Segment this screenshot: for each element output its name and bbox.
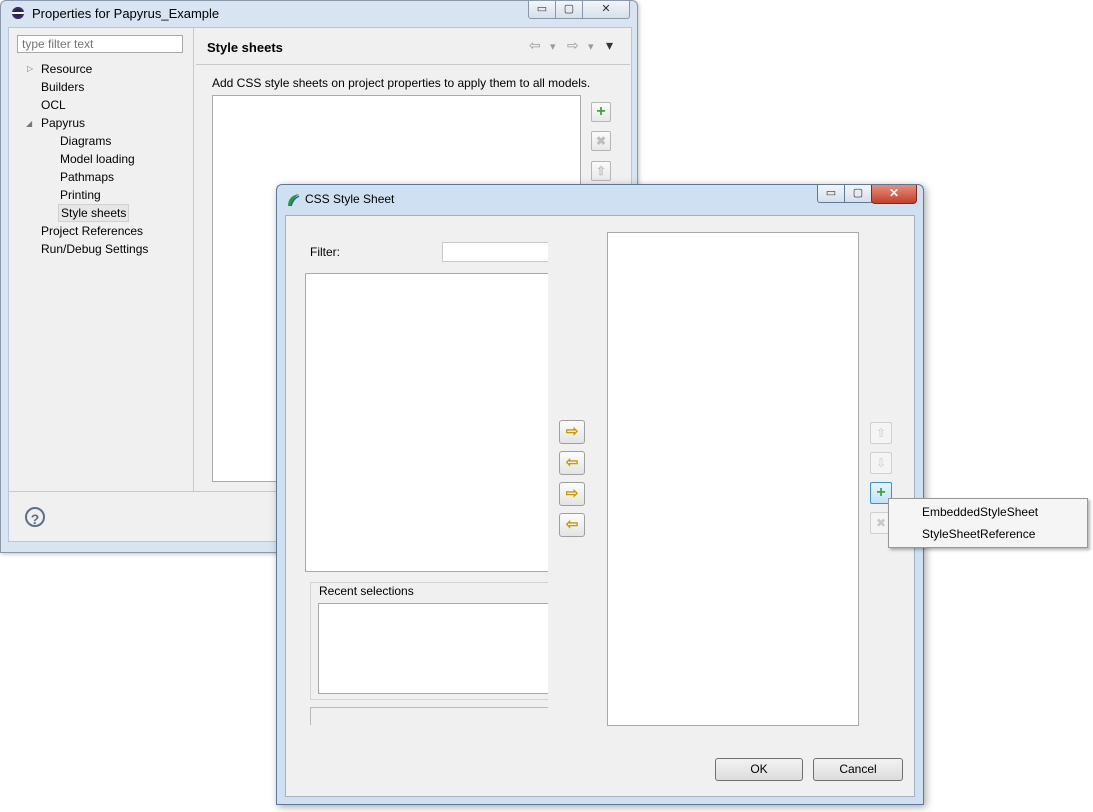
recent-selections-label: Recent selections xyxy=(318,584,415,598)
minimize-button[interactable]: ▭ xyxy=(528,1,556,19)
selected-sheets-list[interactable] xyxy=(607,232,859,726)
dialog-maximize-button[interactable]: ▢ xyxy=(844,185,872,203)
dialog-title: CSS Style Sheet xyxy=(305,192,395,206)
properties-titlebar[interactable]: Properties for Papyrus_Example ▭ ▢ ✕ xyxy=(1,1,637,25)
tree-item-printing[interactable]: Printing xyxy=(60,188,101,202)
eclipse-icon xyxy=(12,7,24,19)
filter-label: Filter: xyxy=(310,245,340,259)
forward-icon[interactable]: ⇨ xyxy=(567,37,579,54)
remove-selected-button[interactable]: ⇦ xyxy=(559,451,585,475)
view-menu-icon[interactable]: ▾ xyxy=(606,37,613,54)
maximize-button[interactable]: ▢ xyxy=(555,1,583,19)
status-field xyxy=(310,707,548,725)
collapse-arrow-icon[interactable]: ◢ xyxy=(26,119,32,128)
tree-item-pathmaps[interactable]: Pathmaps xyxy=(60,170,114,184)
page-header-separator xyxy=(196,64,630,65)
available-sheets-list[interactable] xyxy=(305,273,548,572)
move-up-button[interactable]: ⇧ xyxy=(870,422,892,444)
tree-item-model-loading[interactable]: Model loading xyxy=(60,152,135,166)
tree-item-resource[interactable]: Resource xyxy=(41,62,92,76)
move-up-sheet-button[interactable]: ⇧ xyxy=(591,161,611,181)
cancel-button[interactable]: Cancel xyxy=(813,758,903,781)
help-icon[interactable]: ? xyxy=(25,507,45,527)
tree-item-ocl[interactable]: OCL xyxy=(41,98,66,112)
recent-selections-list[interactable] xyxy=(318,603,548,694)
tree-item-run-debug-settings[interactable]: Run/Debug Settings xyxy=(41,242,148,256)
tree-filter-input[interactable] xyxy=(17,35,183,53)
papyrus-icon xyxy=(288,194,300,207)
move-down-button[interactable]: ⇩ xyxy=(870,452,892,474)
menu-item-style-sheet-reference[interactable]: StyleSheetReference xyxy=(922,527,1035,541)
tree-item-diagrams[interactable]: Diagrams xyxy=(60,134,111,148)
tree-item-builders[interactable]: Builders xyxy=(41,80,84,94)
forward-dropdown-icon[interactable]: ▾ xyxy=(588,40,594,53)
add-sheet-button[interactable]: + xyxy=(591,102,611,122)
remove-all-button[interactable]: ⇦ xyxy=(559,513,585,537)
menu-item-embedded-style-sheet[interactable]: EmbeddedStyleSheet xyxy=(922,505,1038,519)
window-title: Properties for Papyrus_Example xyxy=(32,6,220,21)
page-description: Add CSS style sheets on project properti… xyxy=(212,76,591,90)
close-button[interactable]: ✕ xyxy=(582,1,630,19)
remove-sheet-button[interactable]: ✖ xyxy=(591,131,611,151)
back-dropdown-icon[interactable]: ▾ xyxy=(550,40,556,53)
add-all-button[interactable]: ⇨ xyxy=(559,482,585,506)
tree-divider[interactable] xyxy=(193,28,194,491)
dialog-minimize-button[interactable]: ▭ xyxy=(817,185,845,203)
tree-item-style-sheets[interactable]: Style sheets xyxy=(58,204,130,222)
add-selected-button[interactable]: ⇨ xyxy=(559,420,585,444)
back-icon[interactable]: ⇦ xyxy=(529,37,541,54)
filter-input[interactable] xyxy=(442,242,548,262)
add-element-menu: EmbeddedStyleSheet StyleSheetReference xyxy=(888,498,1088,548)
tree-item-project-references[interactable]: Project References xyxy=(41,224,143,238)
dialog-close-button[interactable]: ✕ xyxy=(871,185,917,204)
tree-item-papyrus[interactable]: Papyrus xyxy=(41,116,85,130)
page-title: Style sheets xyxy=(207,40,283,55)
ok-button[interactable]: OK xyxy=(715,758,803,781)
expand-arrow-icon[interactable]: ▷ xyxy=(27,64,33,73)
